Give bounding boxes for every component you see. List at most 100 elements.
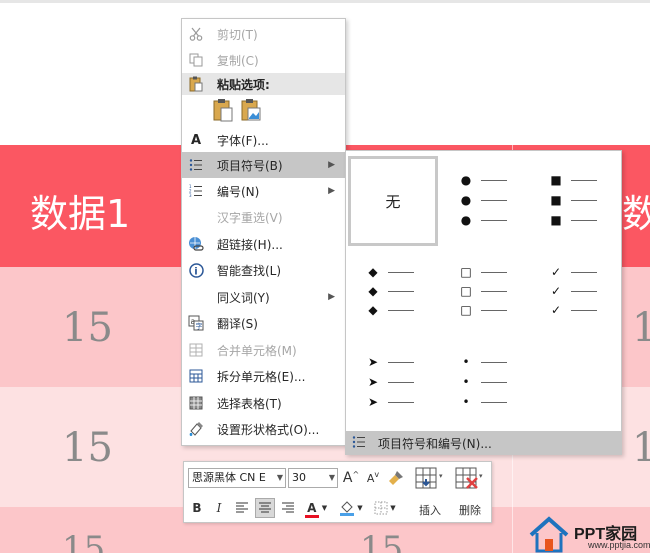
- chevron-down-icon[interactable]: ▼: [329, 469, 335, 487]
- align-center-button[interactable]: [255, 498, 275, 518]
- menu-item-select-table[interactable]: 选择表格(T): [182, 390, 345, 416]
- smart-lookup-icon: i: [187, 261, 205, 279]
- bold-label: B: [192, 501, 202, 515]
- bullet-check-mark-option[interactable]: ✓ ✓ ✓: [531, 251, 621, 341]
- paste-icon: [187, 75, 205, 93]
- font-name-combobox[interactable]: 思源黑体 CN E ▼: [188, 468, 286, 488]
- font-color-button[interactable]: A ▼: [302, 498, 330, 518]
- menu-item-label: 智能查找(L): [217, 263, 282, 278]
- filled-round-bullet-icon: ●: [460, 193, 472, 207]
- menu-item-label: 剪切(T): [217, 27, 258, 42]
- watermark-url: www.pptjia.com: [588, 540, 650, 550]
- scissors-icon: [187, 25, 205, 43]
- borders-button[interactable]: ▼: [371, 498, 399, 518]
- table-cell[interactable]: 15: [62, 305, 113, 351]
- arrowhead-bullet-icon: ➤: [367, 395, 379, 409]
- insert-button[interactable]: ▾ 插入: [412, 466, 448, 520]
- italic-button[interactable]: I: [210, 498, 228, 518]
- diamond-bullet-icon: ◆: [368, 265, 378, 279]
- bullet-small-dot-option[interactable]: • • •: [441, 341, 531, 431]
- shrink-font-button[interactable]: Av: [364, 468, 382, 488]
- align-left-icon: [236, 502, 248, 513]
- menu-item-copy[interactable]: 复制(C): [182, 47, 345, 73]
- font-size-combobox[interactable]: 30 ▼: [288, 468, 338, 488]
- format-painter-button[interactable]: [387, 468, 405, 488]
- table-cell[interactable]: 1: [632, 305, 650, 351]
- align-right-button[interactable]: [279, 498, 297, 518]
- table-cell[interactable]: 15: [62, 425, 113, 471]
- bullets-icon: [187, 156, 205, 174]
- menu-item-hyperlink[interactable]: 超链接(H)...: [182, 231, 345, 257]
- paste-keep-formatting-icon[interactable]: [212, 98, 234, 122]
- menu-item-label: 汉字重选(V): [217, 210, 283, 225]
- menu-item-bullets[interactable]: 项目符号(B) ▶: [182, 152, 345, 178]
- pptjia-watermark: PPT家园 www.pptjia.com: [525, 513, 650, 553]
- header-cell-3[interactable]: 数: [622, 183, 650, 238]
- menu-item-label: 编号(N): [217, 184, 260, 199]
- grow-font-button[interactable]: A ^: [342, 468, 360, 488]
- menu-item-cut[interactable]: 剪切(T): [182, 21, 345, 47]
- bullet-none-option[interactable]: 无: [348, 156, 438, 246]
- hollow-square-bullet-icon: □: [460, 303, 472, 317]
- menu-item-synonyms[interactable]: 同义词(Y) ▶: [182, 284, 345, 310]
- bullet-hollow-square-option[interactable]: □ □ □: [441, 251, 531, 341]
- header-cell-1[interactable]: 数据1: [30, 183, 130, 238]
- menu-item-translate[interactable]: a字 翻译(S): [182, 310, 345, 336]
- bullet-none-label: 无: [385, 192, 401, 211]
- table-cell[interactable]: 1: [632, 425, 650, 471]
- table-cell[interactable]: 15: [360, 529, 403, 553]
- menu-item-split-cells[interactable]: 拆分单元格(E)...: [182, 363, 345, 389]
- borders-icon: [374, 501, 388, 515]
- split-cells-icon: [187, 367, 205, 385]
- menu-item-label: 合并单元格(M): [217, 343, 297, 358]
- menu-item-label: 超链接(H)...: [217, 237, 283, 252]
- filled-square-bullet-icon: ■: [550, 173, 562, 187]
- numbering-icon: 123: [187, 182, 205, 200]
- chevron-down-icon[interactable]: ▼: [277, 469, 283, 487]
- submenu-arrow-icon: ▶: [328, 292, 335, 302]
- bullets-submenu: 无 ● ● ● ■ ■ ■ ◆ ◆ ◆ □ □ □ ✓ ✓ ✓ ➤ ➤ ➤ • …: [345, 150, 622, 455]
- svg-text:3: 3: [189, 193, 192, 198]
- bullet-filled-square-option[interactable]: ■ ■ ■: [531, 156, 621, 246]
- menu-item-label: 翻译(S): [217, 316, 258, 331]
- bullet-filled-diamond-option[interactable]: ◆ ◆ ◆: [348, 251, 438, 341]
- mini-toolbar: 思源黑体 CN E ▼ 30 ▼ A ^ Av B I A ▼ ▼ ▼ ▾ 插入 …: [183, 461, 492, 523]
- paint-bucket-icon: [340, 501, 355, 516]
- menu-item-label: 选择表格(T): [217, 396, 282, 411]
- menu-item-format-shape[interactable]: 设置形状格式(O)...: [182, 416, 345, 442]
- bullet-filled-round-option[interactable]: ● ● ●: [441, 156, 531, 246]
- menu-item-numbering[interactable]: 123 编号(N) ▶: [182, 178, 345, 204]
- bullets-and-numbering-item[interactable]: 项目符号和编号(N)...: [346, 431, 621, 455]
- menu-item-font[interactable]: A 字体(F)...: [182, 127, 345, 153]
- paste-picture-icon[interactable]: [240, 98, 262, 122]
- check-mark-bullet-icon: ✓: [550, 265, 562, 279]
- context-menu: 剪切(T) 复制(C) 粘贴选项: A 字体(F)... 项目符号(B) ▶ 1…: [181, 18, 346, 446]
- delete-button[interactable]: ▾ 删除: [452, 466, 488, 520]
- menu-item-label: 字体(F)...: [217, 133, 269, 148]
- chevron-down-icon: ▼: [357, 504, 363, 512]
- menu-item-label: 粘贴选项:: [217, 77, 270, 92]
- align-left-button[interactable]: [233, 498, 251, 518]
- filled-square-bullet-icon: ■: [550, 193, 562, 207]
- menu-item-label: 拆分单元格(E)...: [217, 369, 306, 384]
- bullet-arrowhead-option[interactable]: ➤ ➤ ➤: [348, 341, 438, 431]
- bold-button[interactable]: B: [188, 498, 206, 518]
- table-cell[interactable]: 15: [62, 529, 105, 553]
- shape-fill-button[interactable]: ▼: [337, 498, 365, 518]
- svg-text:字: 字: [196, 322, 203, 331]
- delete-label: 删除: [459, 504, 481, 517]
- delete-table-icon: ▾: [455, 467, 483, 489]
- arrowhead-bullet-icon: ➤: [367, 375, 379, 389]
- filled-round-bullet-icon: ●: [460, 213, 472, 227]
- menu-item-smart-lookup[interactable]: i 智能查找(L): [182, 257, 345, 283]
- submenu-arrow-icon: ▶: [328, 186, 335, 196]
- bullets-icon: [352, 435, 366, 452]
- grow-font-icon: A: [342, 470, 353, 486]
- svg-text:▾: ▾: [439, 472, 443, 480]
- menu-item-reconvert[interactable]: 汉字重选(V): [182, 204, 345, 230]
- menu-item-merge-cells[interactable]: 合并单元格(M): [182, 337, 345, 363]
- check-mark-bullet-icon: ✓: [550, 303, 562, 317]
- font-icon: A: [190, 132, 202, 148]
- house-logo-icon: [529, 516, 569, 553]
- bullets-and-numbering-label: 项目符号和编号(N)...: [378, 436, 492, 451]
